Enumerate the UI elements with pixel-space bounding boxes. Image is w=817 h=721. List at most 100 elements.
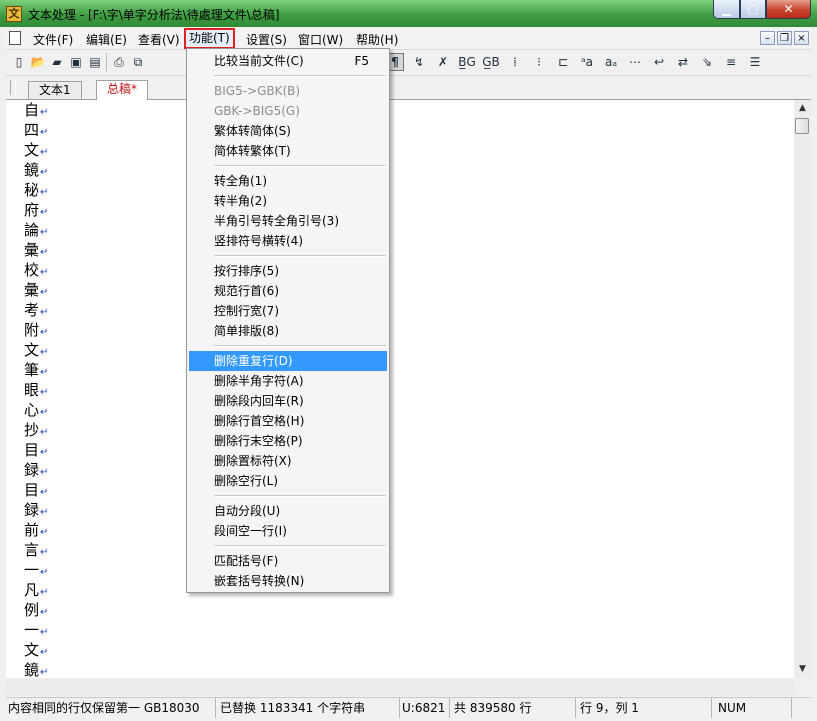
text-line[interactable]: 凡↵ — [24, 580, 48, 600]
text-line[interactable]: 文↵ — [24, 140, 48, 160]
text-editor[interactable]: 自↵ 四↵ 文↵ 鏡↵ 秘↵ 府↵ 論↵ 彙↵ 校↵ 彙↵ 考↵ 附↵ 文↵ 筆↵ 眼↵ 心↵ 抄↵ 目↵ 録↵ 目↵… — [6, 100, 794, 678]
function-menu-item[interactable]: 嵌套括号转换(N) — [189, 571, 387, 591]
text-line[interactable]: 自↵ — [24, 100, 48, 120]
line-text: 彙 — [24, 241, 40, 259]
text-line[interactable]: 鏡↵ — [24, 160, 48, 180]
new-icon[interactable]: ▯ — [10, 53, 28, 71]
scroll-thumb[interactable] — [795, 118, 809, 134]
text-line[interactable]: 録↵ — [24, 500, 48, 520]
function-menu-item[interactable]: 竖排符号横转(4) — [189, 231, 387, 251]
text-line[interactable]: 文↵ — [24, 640, 48, 660]
text-line[interactable]: 録↵ — [24, 460, 48, 480]
function-menu-item[interactable]: 规范行首(6) — [189, 281, 387, 301]
mdi-close-button[interactable]: × — [794, 31, 809, 45]
function-menu-item[interactable]: GBK->BIG5(G) — [189, 101, 387, 121]
text-line[interactable]: 鏡↵ — [24, 660, 48, 678]
minimize-button[interactable]: ▁ — [713, 0, 740, 19]
text-line[interactable]: 心↵ — [24, 400, 48, 420]
text-line[interactable]: 一↵ — [24, 560, 48, 580]
text-line[interactable]: 筆↵ — [24, 360, 48, 380]
text-line[interactable]: 抄↵ — [24, 420, 48, 440]
horizontal-scrollbar[interactable] — [6, 678, 794, 695]
function-menu-item[interactable]: 按行排序(5) — [189, 261, 387, 281]
scroll-up-button[interactable]: ▲ — [794, 100, 811, 117]
text-line[interactable]: 校↵ — [24, 260, 48, 280]
case-up-icon[interactable]: ᵃa — [578, 53, 596, 71]
mdi-minimize-button[interactable]: – — [760, 31, 775, 45]
function-menu-item[interactable]: 半角引号转全角引号(3) — [189, 211, 387, 231]
function-menu-item[interactable]: 繁体转简体(S) — [189, 121, 387, 141]
function-menu-item[interactable]: 比较当前文件(C) F5 — [189, 51, 387, 71]
function-menu-item[interactable]: 删除行首空格(H) — [189, 411, 387, 431]
align-icon[interactable]: ☰ — [746, 53, 764, 71]
menu-item-6[interactable]: 帮助(H) — [356, 31, 398, 48]
wrap-icon[interactable]: ↯ — [410, 53, 428, 71]
document-icon[interactable] — [9, 31, 21, 45]
case-down-icon[interactable]: aₐ — [602, 53, 620, 71]
text-line[interactable]: 前↵ — [24, 520, 48, 540]
swap-icon[interactable]: ⇄ — [674, 53, 692, 71]
tab-document-1[interactable]: 文本1 — [28, 81, 82, 99]
copy-icon[interactable]: ⧉ — [129, 53, 147, 71]
maximize-button[interactable]: ▢ — [740, 0, 766, 19]
text-line[interactable]: 文↵ — [24, 340, 48, 360]
function-menu-item[interactable]: 删除空行(L) — [189, 471, 387, 491]
save-all-icon[interactable]: ▤ — [86, 53, 104, 71]
clear-icon[interactable]: ✗ — [434, 53, 452, 71]
tab-draft[interactable]: 总稿* — [96, 80, 149, 100]
text-line[interactable]: 一↵ — [24, 620, 48, 640]
text-line[interactable]: 目↵ — [24, 440, 48, 460]
function-menu-item[interactable]: 匹配括号(F) — [189, 551, 387, 571]
mdi-restore-button[interactable]: ❐ — [777, 31, 792, 45]
sort-icon[interactable]: ⇘ — [698, 53, 716, 71]
function-menu-item[interactable]: 简体转繁体(T) — [189, 141, 387, 161]
menu-item-1[interactable]: 编辑(E) — [86, 31, 127, 48]
color-lines-icon[interactable]: ≡ — [722, 53, 740, 71]
title-bar[interactable]: 文 文本处理 - [F:\字\单字分析法\待處理文件\总稿] ▁ ▢ ✕ — [0, 0, 817, 27]
halfwidth-icon[interactable]: ⁝ — [530, 53, 548, 71]
return-icon[interactable]: ↩ — [650, 53, 668, 71]
menu-item-2[interactable]: 查看(V) — [138, 31, 180, 48]
function-menu-item[interactable]: 删除行末空格(P) — [189, 431, 387, 451]
open-icon[interactable]: 📂 — [29, 53, 47, 71]
function-menu-item[interactable]: 简单排版(8) — [189, 321, 387, 341]
function-menu-item[interactable]: BIG5->GBK(B) — [189, 81, 387, 101]
app-icon[interactable]: 文 — [6, 6, 22, 22]
save-icon[interactable]: ▣ — [67, 53, 85, 71]
grid-icon[interactable]: ⋯ — [626, 53, 644, 71]
open-folder-icon[interactable]: ▰ — [48, 53, 66, 71]
text-line[interactable]: 論↵ — [24, 220, 48, 240]
text-line[interactable]: 附↵ — [24, 320, 48, 340]
text-line[interactable]: 考↵ — [24, 300, 48, 320]
big5-gbk-icon[interactable]: B̲G — [458, 53, 476, 71]
fullwidth-icon[interactable]: ⁞ — [506, 53, 524, 71]
menu-item-4[interactable]: 设置(S) — [246, 31, 287, 48]
text-line[interactable]: 府↵ — [24, 200, 48, 220]
function-menu-item[interactable]: 删除置标符(X) — [189, 451, 387, 471]
scroll-down-button[interactable]: ▼ — [794, 661, 811, 678]
function-menu-item[interactable]: 段间空一行(I) — [189, 521, 387, 541]
menu-item-3[interactable]: 功能(T) — [184, 28, 235, 49]
menu-item-0[interactable]: 文件(F) — [33, 31, 73, 48]
text-line[interactable]: 四↵ — [24, 120, 48, 140]
gbk-big5-icon[interactable]: G̲B — [482, 53, 500, 71]
function-menu-item[interactable]: 转全角(1) — [189, 171, 387, 191]
text-line[interactable]: 例↵ — [24, 600, 48, 620]
text-line[interactable]: 彙↵ — [24, 280, 48, 300]
function-menu-item[interactable]: 自动分段(U) — [189, 501, 387, 521]
function-menu-item[interactable]: 删除半角字符(A) — [189, 371, 387, 391]
text-line[interactable]: 秘↵ — [24, 180, 48, 200]
print-icon[interactable]: ⎙ — [110, 53, 128, 71]
function-menu-item[interactable]: 转半角(2) — [189, 191, 387, 211]
function-menu-item[interactable]: 删除段内回车(R) — [189, 391, 387, 411]
close-button[interactable]: ✕ — [766, 0, 811, 19]
text-line[interactable]: 眼↵ — [24, 380, 48, 400]
text-line[interactable]: 言↵ — [24, 540, 48, 560]
vertical-scrollbar[interactable]: ▲ ▼ — [794, 100, 811, 678]
indent-icon[interactable]: ⊏ — [554, 53, 572, 71]
text-line[interactable]: 目↵ — [24, 480, 48, 500]
function-menu-item[interactable]: 删除重复行(D) — [189, 351, 387, 371]
menu-item-5[interactable]: 窗口(W) — [298, 31, 343, 48]
text-line[interactable]: 彙↵ — [24, 240, 48, 260]
function-menu-item[interactable]: 控制行宽(7) — [189, 301, 387, 321]
